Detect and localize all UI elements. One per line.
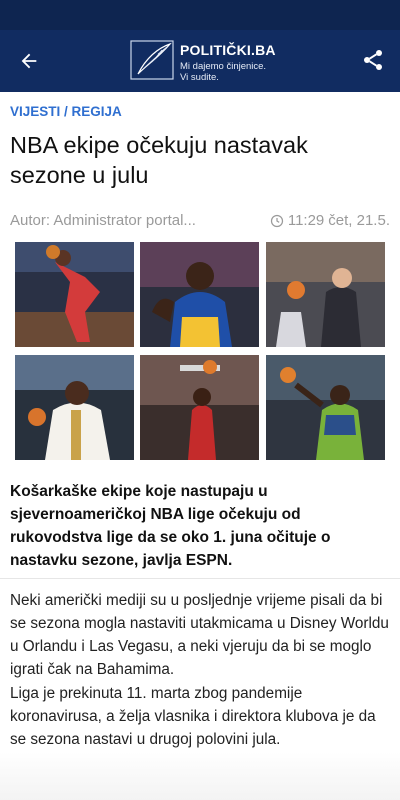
basketball-photo-4[interactable] — [15, 355, 134, 460]
basketball-photo-6[interactable] — [266, 355, 385, 460]
article-paragraph-1: Neki američki mediji su u posljednje vri… — [10, 592, 389, 678]
brand-tagline-1: Mi dajemo činjenice. — [180, 61, 267, 72]
basketball-photo-3[interactable] — [266, 242, 385, 347]
basketball-photo-5[interactable] — [140, 355, 259, 460]
bottom-fade — [0, 752, 400, 800]
arrow-left-icon — [21, 53, 37, 69]
article-category[interactable]: VIJESTI / REGIJA — [10, 104, 122, 119]
back-button[interactable] — [14, 46, 44, 76]
article-lead: Košarkaške ekipe koje nastupaju u sjever… — [10, 483, 331, 569]
basketball-photo-2[interactable] — [140, 242, 259, 347]
article-datetime: 11:29 čet, 21.5. — [270, 212, 390, 229]
app-bar: POLITIČKI.BA Mi dajemo činjenice. Vi sud… — [0, 30, 400, 92]
brand-logo[interactable]: POLITIČKI.BA Mi dajemo činjenice. Vi sud… — [130, 38, 290, 84]
brand-name: POLITIČKI.BA — [180, 42, 276, 58]
clock-icon — [270, 214, 283, 227]
photo-grid — [15, 242, 385, 460]
status-bar — [0, 0, 400, 30]
share-icon — [364, 50, 382, 70]
basketball-photo-1[interactable] — [15, 242, 134, 347]
article-title: NBA ekipe očekuju nastavak sezone u julu — [10, 132, 308, 188]
divider — [0, 578, 400, 579]
article-date: čet, 21.5. — [328, 212, 390, 229]
article-paragraph-2: Liga je prekinuta 11. marta zbog pandemi… — [10, 685, 376, 748]
share-button[interactable] — [358, 45, 388, 75]
article-time: 11:29 — [287, 212, 325, 229]
article-author: Autor: Administrator portal... — [10, 212, 196, 229]
article-meta: Autor: Administrator portal... 11:29 čet… — [10, 212, 390, 232]
quill-logo-icon — [130, 40, 174, 80]
brand-tagline-2: Vi sudite. — [180, 72, 219, 83]
